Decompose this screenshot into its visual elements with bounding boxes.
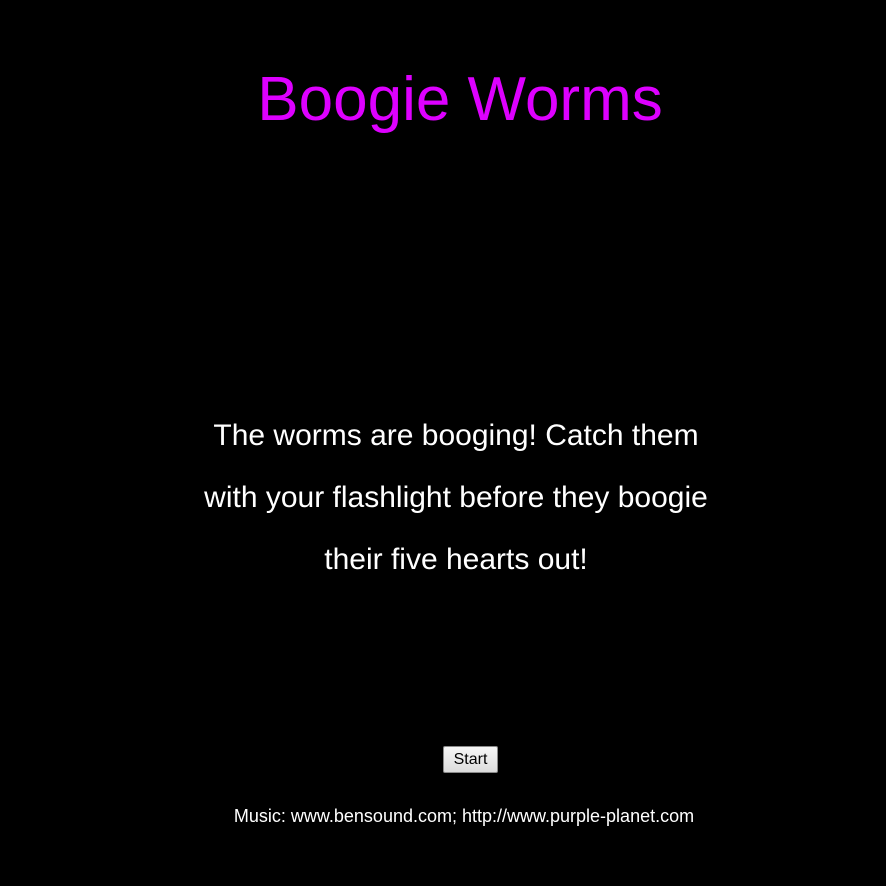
instructions-line: with your flashlight before they boogie [204,481,708,514]
game-title: Boogie Worms [257,65,663,134]
instructions-line: their five hearts out! [324,543,588,576]
start-button[interactable]: Start [443,746,498,773]
instructions-text: The worms are booging! Catch them with y… [188,405,724,591]
music-credits: Music: www.bensound.com; http://www.purp… [233,806,695,826]
game-screen: Boogie Worms The worms are booging! Catc… [0,0,886,886]
instructions-line: The worms are booging! Catch them [213,419,699,452]
